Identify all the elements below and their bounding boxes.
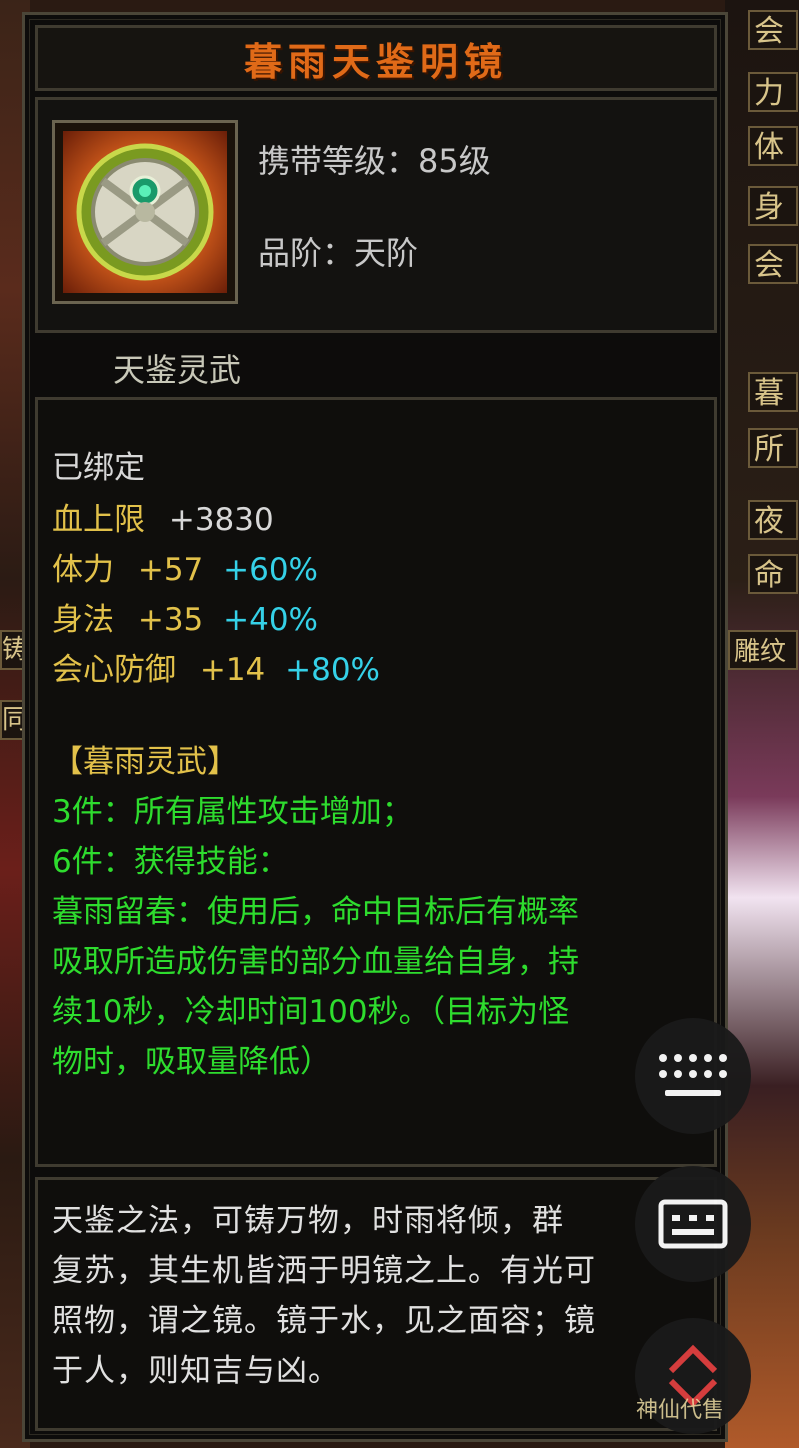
stat-percent: +80% xyxy=(285,652,381,688)
item-grade: 品阶：天阶 xyxy=(258,234,419,272)
side-tab-4[interactable]: 身 xyxy=(748,186,798,226)
stat-label: 身法 xyxy=(52,602,114,638)
set-name: 天鉴灵武 xyxy=(113,351,242,389)
attributes-panel: 已绑定 血上限 +3830 体力 +57 +60% 身法 +35 +40% 会心… xyxy=(35,397,717,1167)
side-tab-carving[interactable]: 雕纹 xyxy=(728,630,798,670)
side-tab-3[interactable]: 体 xyxy=(748,126,798,166)
subtitle-button[interactable] xyxy=(635,1166,751,1282)
set-bonus-title: 【暮雨灵武】 xyxy=(52,744,238,780)
keyboard-button[interactable] xyxy=(635,1018,751,1134)
side-tab-1[interactable]: 会 xyxy=(748,10,798,50)
set-bonus-line: 3件：所有属性攻击增加； xyxy=(52,794,413,830)
bound-status: 已绑定 xyxy=(52,450,145,486)
lore-line: 照物，谓之镜。镜于水，见之面容；镜 xyxy=(52,1303,596,1339)
lore-text: 天鉴之法，可铸万物，时雨将倾，群 复苏，其生机皆洒于明镜之上。有光可 照物，谓之… xyxy=(52,1196,702,1396)
stat-percent: +60% xyxy=(223,552,319,588)
side-tab-2[interactable]: 力 xyxy=(748,72,798,112)
screen-keyboard-icon xyxy=(658,1199,728,1249)
side-tab-6[interactable]: 暮 xyxy=(748,372,798,412)
set-bonus-line: 暮雨留春：使用后，命中目标后有概率 xyxy=(52,894,579,930)
left-tab-1[interactable]: 同 xyxy=(0,700,24,740)
title-bar: 暮雨天鉴明镜 xyxy=(35,25,717,91)
side-tab-7[interactable]: 所 xyxy=(748,428,798,468)
stat-agility: 身法 +35 +40% xyxy=(52,594,318,639)
stat-label: 血上限 xyxy=(52,502,145,538)
side-tab-9[interactable]: 命 xyxy=(748,554,798,594)
left-tab-2[interactable]: 铸 xyxy=(0,630,24,670)
side-tab-8[interactable]: 夜 xyxy=(748,500,798,540)
lore-line: 天鉴之法，可铸万物，时雨将倾，群 xyxy=(52,1203,564,1239)
item-name: 暮雨天鉴明镜 xyxy=(243,38,508,84)
mirror-icon xyxy=(63,131,227,293)
lore-line: 于人，则知吉与凶。 xyxy=(52,1353,340,1389)
carry-level: 携带等级：85级 xyxy=(258,142,491,180)
set-bonus-line: 续10秒，冷却时间100秒。（目标为怪 xyxy=(52,994,570,1030)
stat-hp: 血上限 +3830 xyxy=(52,494,274,539)
stat-value: +14 xyxy=(199,652,266,688)
stat-stamina: 体力 +57 +60% xyxy=(52,544,318,589)
stat-value: +57 xyxy=(137,552,204,588)
stat-label: 体力 xyxy=(52,552,114,588)
stat-value: +3830 xyxy=(168,502,274,538)
lore-panel: 天鉴之法，可铸万物，时雨将倾，群 复苏，其生机皆洒于明镜之上。有光可 照物，谓之… xyxy=(35,1177,717,1431)
item-header: 携带等级：85级 品阶：天阶 xyxy=(35,97,717,333)
item-tooltip: 暮雨天鉴明镜 携带等级：85级 品阶：天阶 天鉴灵武 已绑定 血上限 +3830 xyxy=(22,12,728,1442)
set-bonus-line: 物时，吸取量降低） xyxy=(52,1044,331,1080)
stat-crit-def: 会心防御 +14 +80% xyxy=(52,644,380,689)
lore-line: 复苏，其生机皆洒于明镜之上。有光可 xyxy=(52,1253,596,1289)
side-tab-5[interactable]: 会 xyxy=(748,244,798,284)
keyboard-icon xyxy=(659,1054,727,1096)
set-bonus-line: 吸取所造成伤害的部分血量给自身，持 xyxy=(52,944,579,980)
item-icon-frame xyxy=(52,120,238,304)
set-bonus-line: 6件：获得技能： xyxy=(52,844,289,880)
stat-percent: +40% xyxy=(223,602,319,638)
stat-value: +35 xyxy=(137,602,204,638)
watermark: 神仙代售 xyxy=(636,1398,725,1423)
stat-label: 会心防御 xyxy=(52,652,176,688)
